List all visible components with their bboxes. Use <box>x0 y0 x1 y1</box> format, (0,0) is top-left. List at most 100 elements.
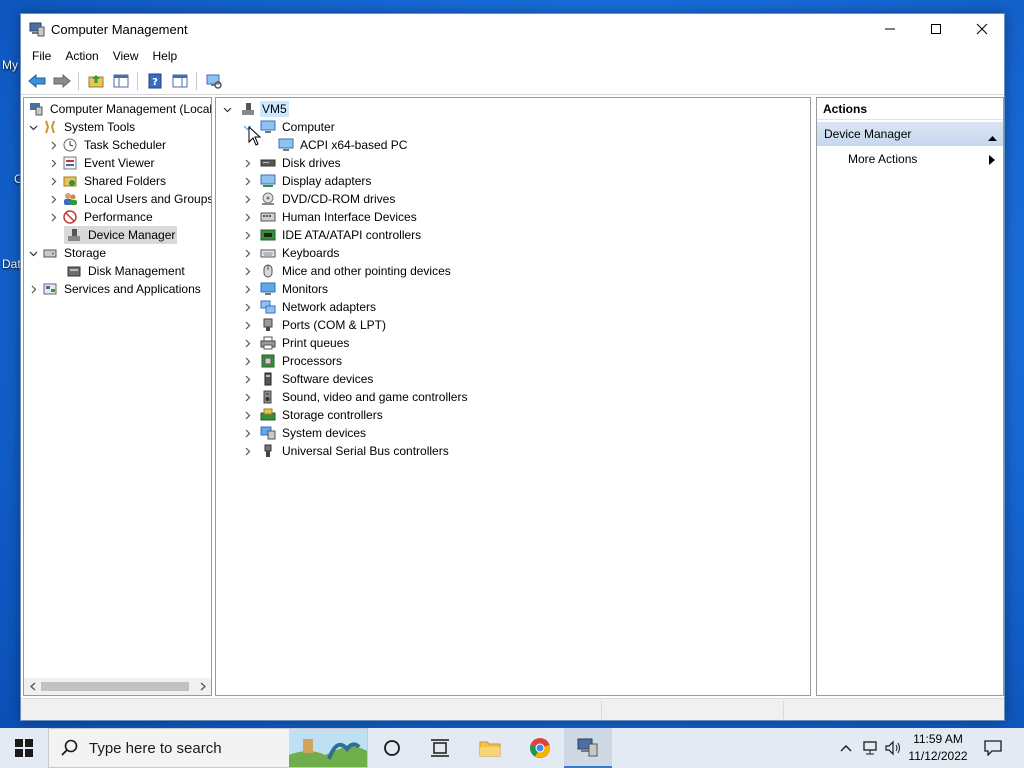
chevron-right-icon[interactable] <box>240 334 254 352</box>
chevron-right-icon[interactable] <box>240 262 254 280</box>
back-button[interactable] <box>25 70 48 92</box>
scan-hardware-changes-button[interactable] <box>202 70 225 92</box>
scrollbar-thumb[interactable] <box>41 682 189 691</box>
chevron-down-icon[interactable] <box>26 118 40 136</box>
chevron-right-icon[interactable] <box>240 154 254 172</box>
task-view-button[interactable] <box>368 728 416 768</box>
tree-item-system-tools[interactable]: System Tools <box>26 118 137 136</box>
chrome-icon[interactable] <box>516 728 564 768</box>
chevron-right-icon[interactable] <box>240 190 254 208</box>
device-category-row[interactable]: Keyboards <box>240 244 341 262</box>
chevron-right-icon[interactable] <box>240 172 254 190</box>
task-switcher-icon[interactable] <box>416 728 464 768</box>
tree-item-task-scheduler[interactable]: Task Scheduler <box>46 136 168 154</box>
device-category-row[interactable]: Software devices <box>240 370 375 388</box>
chevron-right-icon[interactable] <box>240 226 254 244</box>
device-category-row[interactable]: Human Interface Devices <box>240 208 419 226</box>
forward-button[interactable] <box>50 70 73 92</box>
tree-item-event-viewer[interactable]: Event Viewer <box>46 154 156 172</box>
more-actions-item[interactable]: More Actions <box>817 148 1003 170</box>
show-hidden-icons-button[interactable] <box>836 728 856 768</box>
chevron-right-icon[interactable] <box>240 406 254 424</box>
scroll-left-icon[interactable] <box>24 678 41 695</box>
menu-file[interactable]: File <box>25 46 58 66</box>
start-button[interactable] <box>0 728 48 768</box>
file-explorer-icon[interactable] <box>466 728 514 768</box>
device-category-row[interactable]: Universal Serial Bus controllers <box>240 442 451 460</box>
actions-section-device-manager[interactable]: Device Manager <box>817 122 1003 146</box>
device-category-row[interactable]: Ports (COM & LPT) <box>240 316 388 334</box>
notification-icon[interactable] <box>978 728 1008 768</box>
desktop-label-dat[interactable]: Dat <box>2 257 21 271</box>
help-button[interactable]: ? <box>143 70 166 92</box>
shared-folder-icon <box>62 173 78 189</box>
device-category-row[interactable]: DVD/CD-ROM drives <box>240 190 397 208</box>
chevron-right-icon[interactable] <box>240 316 254 334</box>
chevron-right-icon[interactable] <box>240 442 254 460</box>
title-bar[interactable]: Computer Management <box>21 14 1004 45</box>
tree-item-shared-folders[interactable]: Shared Folders <box>46 172 168 190</box>
up-one-level-button[interactable] <box>84 70 107 92</box>
search-placeholder: Type here to search <box>89 739 222 757</box>
device-category-row[interactable]: IDE ATA/ATAPI controllers <box>240 226 423 244</box>
horizontal-scrollbar[interactable] <box>24 678 211 695</box>
chevron-right-icon[interactable] <box>240 388 254 406</box>
tree-item-services[interactable]: Services and Applications <box>26 280 203 298</box>
show-hide-console-tree-button[interactable] <box>109 70 132 92</box>
printer-icon <box>260 335 276 351</box>
device-category-row[interactable]: Storage controllers <box>240 406 385 424</box>
device-category-row[interactable]: Monitors <box>240 280 330 298</box>
tree-item-storage[interactable]: Storage <box>26 244 108 262</box>
device-category-row[interactable]: Display adapters <box>240 172 373 190</box>
taskbar-clock[interactable]: 11:59 AM 11/12/2022 <box>902 731 974 765</box>
device-category-row[interactable]: Sound, video and game controllers <box>240 388 469 406</box>
device-root-vm5[interactable]: VM5 <box>220 100 289 118</box>
device-category-label: Print queues <box>282 336 350 350</box>
chevron-down-icon[interactable] <box>220 100 234 118</box>
taskbar-search-box[interactable]: Type here to search <box>48 728 368 768</box>
show-hide-action-pane-button[interactable] <box>168 70 191 92</box>
window-title: Computer Management <box>51 22 188 37</box>
more-actions-label: More Actions <box>848 152 918 166</box>
device-category-row[interactable]: Print queues <box>240 334 351 352</box>
maximize-button[interactable] <box>913 14 959 44</box>
computer-management-taskbar-icon[interactable] <box>564 728 612 768</box>
device-item-acpi-pc[interactable]: ACPI x64-based PC <box>276 136 409 154</box>
tree-item-device-manager[interactable]: Device Manager <box>64 226 178 244</box>
chevron-right-icon[interactable] <box>46 208 60 226</box>
chevron-right-icon[interactable] <box>46 154 60 172</box>
collapse-up-icon[interactable] <box>988 130 997 144</box>
minimize-button[interactable] <box>867 14 913 44</box>
menu-view[interactable]: View <box>106 46 146 66</box>
tree-item-root[interactable]: Computer Management (Local <box>26 100 211 118</box>
chevron-right-icon[interactable] <box>240 424 254 442</box>
users-icon <box>62 191 78 207</box>
desktop-label-my[interactable]: My <box>2 58 18 72</box>
chevron-right-icon[interactable] <box>240 352 254 370</box>
chevron-right-icon[interactable] <box>240 244 254 262</box>
device-category-row[interactable]: System devices <box>240 424 368 442</box>
chevron-right-icon[interactable] <box>240 298 254 316</box>
chevron-right-icon[interactable] <box>26 280 40 298</box>
chevron-down-icon[interactable] <box>26 244 40 262</box>
chevron-right-icon[interactable] <box>46 172 60 190</box>
device-category-row[interactable]: Disk drives <box>240 154 343 172</box>
close-button[interactable] <box>959 14 1005 44</box>
search-icon <box>61 739 79 757</box>
chevron-right-icon[interactable] <box>46 190 60 208</box>
device-category-row[interactable]: Processors <box>240 352 344 370</box>
volume-icon[interactable] <box>882 728 904 768</box>
network-icon[interactable] <box>860 728 882 768</box>
chevron-right-icon[interactable] <box>240 370 254 388</box>
tree-item-performance[interactable]: Performance <box>46 208 155 226</box>
menu-help[interactable]: Help <box>146 46 185 66</box>
chevron-right-icon[interactable] <box>240 208 254 226</box>
tree-item-local-users[interactable]: Local Users and Groups <box>46 190 211 208</box>
menu-action[interactable]: Action <box>58 46 105 66</box>
tree-item-disk-management[interactable]: Disk Management <box>64 262 187 280</box>
chevron-right-icon[interactable] <box>46 136 60 154</box>
device-category-row[interactable]: Mice and other pointing devices <box>240 262 453 280</box>
device-category-row[interactable]: Network adapters <box>240 298 378 316</box>
scroll-right-icon[interactable] <box>194 678 211 695</box>
chevron-right-icon[interactable] <box>240 280 254 298</box>
